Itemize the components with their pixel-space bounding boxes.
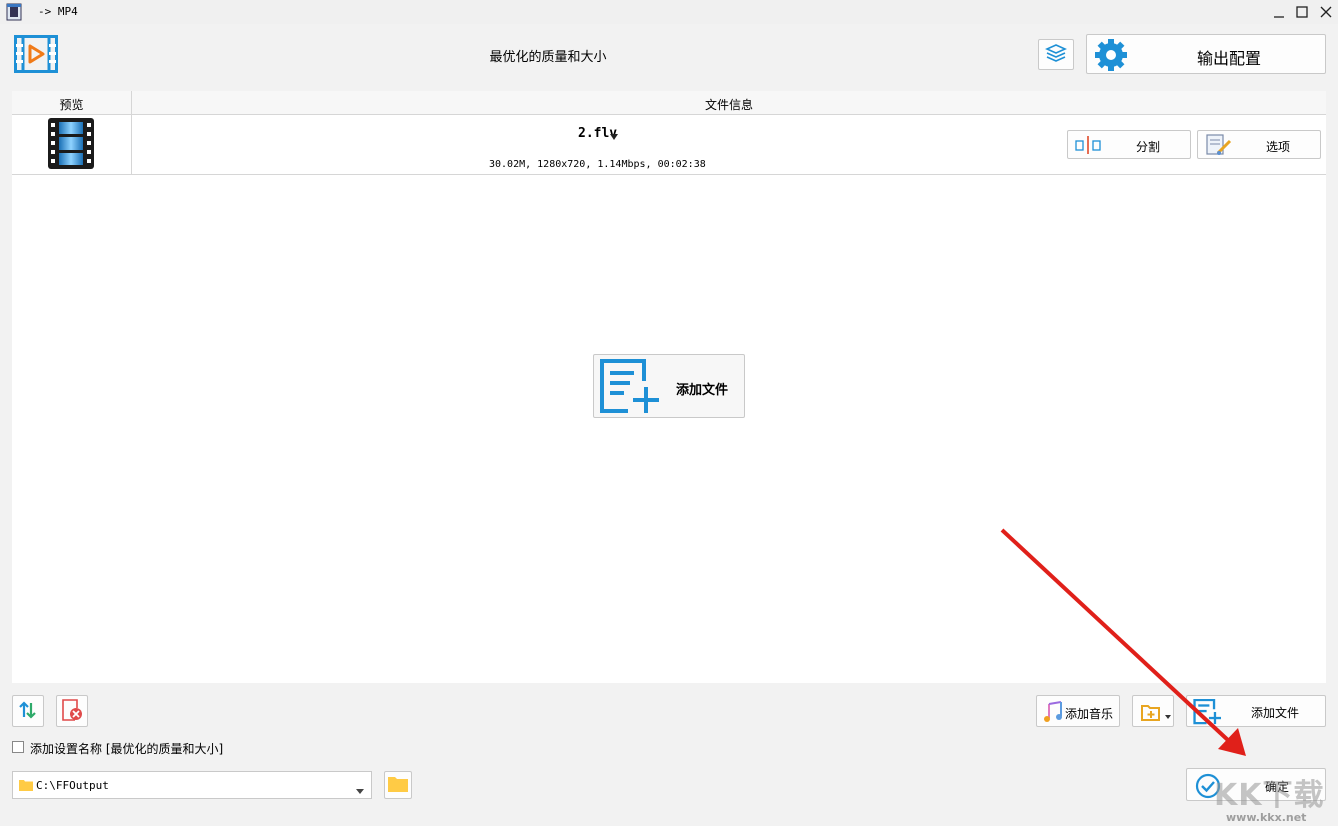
maximize-button[interactable] xyxy=(1293,3,1311,21)
add-file-button[interactable]: 添加文件 xyxy=(1186,695,1326,727)
video-thumbnail[interactable] xyxy=(48,118,94,169)
table-row[interactable]: 2.flv 30.02M, 1280x720, 1.14Mbps, 00:02:… xyxy=(12,115,1326,175)
caret-down-icon xyxy=(1165,709,1171,723)
add-file-icon xyxy=(600,359,662,418)
center-add-file-button[interactable]: 添加文件 xyxy=(593,354,745,418)
add-file-small-icon xyxy=(1193,699,1223,728)
add-music-button[interactable]: 添加音乐 xyxy=(1036,695,1120,727)
sort-arrows-icon xyxy=(18,700,38,723)
remove-file-button[interactable] xyxy=(56,695,88,727)
minimize-button[interactable] xyxy=(1270,3,1288,21)
confirm-label: 确定 xyxy=(1265,778,1289,795)
chevron-down-icon[interactable] xyxy=(610,130,618,144)
split-button[interactable]: 分割 xyxy=(1067,130,1191,159)
table-header: 预览 文件信息 xyxy=(12,91,1326,115)
center-add-file-label: 添加文件 xyxy=(676,379,728,398)
check-circle-icon xyxy=(1195,773,1221,802)
delete-file-icon xyxy=(61,698,83,725)
close-button[interactable] xyxy=(1317,3,1335,21)
add-setting-name-label[interactable]: 添加设置名称 [最优化的质量和大小] xyxy=(30,740,223,757)
split-icon xyxy=(1075,136,1101,157)
output-config-label: 输出配置 xyxy=(1197,45,1261,69)
column-header-file-info: 文件信息 xyxy=(132,96,1326,113)
options-icon xyxy=(1206,134,1232,159)
add-setting-name-checkbox[interactable] xyxy=(12,741,24,753)
options-button[interactable]: 选项 xyxy=(1197,130,1321,159)
output-path-select[interactable]: C:\FFOutput xyxy=(12,771,372,799)
profile-name[interactable]: 最优化的质量和大小 xyxy=(420,46,676,65)
open-folder-icon xyxy=(388,776,408,795)
split-label: 分割 xyxy=(1136,138,1160,155)
dropdown-arrow-icon[interactable] xyxy=(356,783,364,797)
folder-icon xyxy=(19,779,33,794)
music-icon xyxy=(1041,700,1065,727)
app-icon xyxy=(6,3,22,21)
row-divider xyxy=(131,115,132,174)
title-bar: -> MP4 xyxy=(0,0,1338,24)
output-path-value: C:\FFOutput xyxy=(36,779,109,792)
add-music-label: 添加音乐 xyxy=(1065,705,1113,722)
window-title: -> MP4 xyxy=(38,5,78,18)
add-file-label: 添加文件 xyxy=(1251,704,1299,721)
format-icon xyxy=(14,35,58,73)
watermark-url: www.kkx.net xyxy=(1226,811,1306,824)
column-header-preview: 预览 xyxy=(12,96,131,113)
browse-folder-button[interactable] xyxy=(384,771,412,799)
add-folder-button[interactable] xyxy=(1132,695,1174,727)
options-label: 选项 xyxy=(1266,138,1290,155)
add-folder-icon xyxy=(1141,702,1163,725)
file-info: 30.02M, 1280x720, 1.14Mbps, 00:02:38 xyxy=(489,159,706,170)
confirm-button[interactable]: 确定 xyxy=(1186,768,1326,801)
layers-icon xyxy=(1045,43,1067,66)
sort-button[interactable] xyxy=(12,695,44,727)
gear-icon xyxy=(1093,37,1129,76)
output-config-button[interactable]: 输出配置 xyxy=(1086,34,1326,74)
layers-button[interactable] xyxy=(1038,39,1074,70)
